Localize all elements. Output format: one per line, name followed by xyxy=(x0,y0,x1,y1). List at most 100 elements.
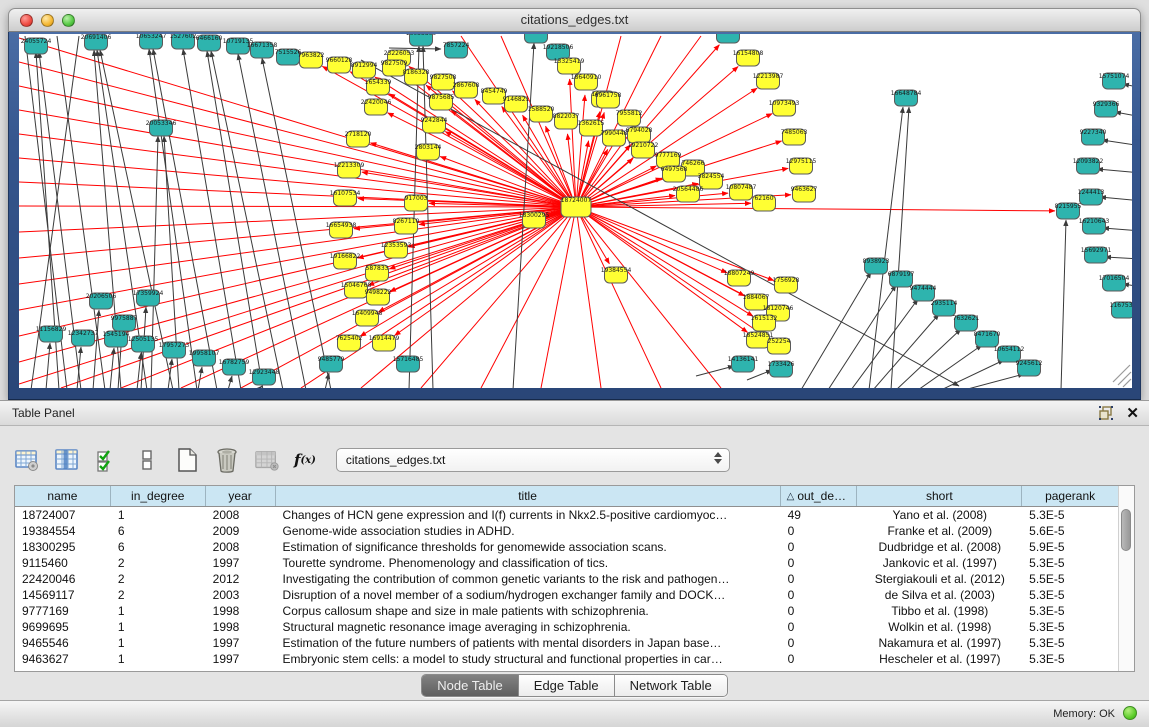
selected-network-node[interactable]: 6961758 xyxy=(595,92,622,108)
table-cell[interactable]: 2012 xyxy=(206,571,276,587)
memory-status-icon[interactable] xyxy=(1123,706,1137,720)
table-cell[interactable]: Estimation of significance thresholds fo… xyxy=(276,539,781,555)
network-node[interactable]: 12093822 xyxy=(1073,158,1104,174)
selected-network-node[interactable]: 12975115 xyxy=(786,158,817,174)
table-cell[interactable]: 2003 xyxy=(206,587,276,603)
table-cell[interactable]: 18300295 xyxy=(15,539,111,555)
column-header-in-degree[interactable]: in_degree xyxy=(111,486,206,506)
network-node[interactable]: 20691406 xyxy=(81,34,112,50)
selected-network-node[interactable]: 9463627 xyxy=(791,186,818,202)
network-node[interactable]: 9329366 xyxy=(1093,101,1120,117)
table-cell[interactable]: Tourette syndrome. Phenomenology and cla… xyxy=(276,555,781,571)
table-cell[interactable]: 9465546 xyxy=(15,635,111,651)
network-node[interactable]: 17016504 xyxy=(1099,275,1130,291)
table-cell[interactable]: 0 xyxy=(781,555,858,571)
network-node[interactable]: 16210643 xyxy=(1079,218,1110,234)
table-cell[interactable]: 0 xyxy=(781,619,858,635)
table-cell[interactable]: 5.3E-5 xyxy=(1022,587,1119,603)
network-node[interactable]: 9485779 xyxy=(318,356,345,372)
selected-network-node[interactable]: 2867608 xyxy=(453,82,480,98)
network-node[interactable]: 9474444 xyxy=(910,285,937,301)
table-cell[interactable]: 2008 xyxy=(206,507,276,523)
network-node[interactable]: 9245612 xyxy=(1016,360,1043,376)
selected-network-node[interactable]: 16914479 xyxy=(369,335,400,351)
table-cell[interactable]: 5.3E-5 xyxy=(1022,619,1119,635)
table-cell[interactable]: 5.5E-5 xyxy=(1022,571,1119,587)
network-node[interactable]: 17957273 xyxy=(159,342,190,358)
table-row[interactable]: 911546021997Tourette syndrome. Phenomeno… xyxy=(15,555,1119,571)
table-cell[interactable]: 0 xyxy=(781,651,858,667)
table-cell[interactable]: Disruption of a novel member of a sodium… xyxy=(276,587,781,603)
table-row[interactable]: 1456911722003Disruption of a novel membe… xyxy=(15,587,1119,603)
network-node[interactable]: 1167533 xyxy=(1110,302,1132,318)
tab-network-table[interactable]: Network Table xyxy=(615,675,727,696)
network-node[interactable]: 9975887 xyxy=(111,315,138,331)
selected-network-node[interactable]: 1654339 xyxy=(365,79,392,95)
table-cell[interactable]: Jankovic et al. (1997) xyxy=(857,555,1022,571)
table-cell[interactable]: Nakamura et al. (1997) xyxy=(857,635,1022,651)
selected-network-node[interactable]: 1588520 xyxy=(528,106,555,122)
resize-grip-icon[interactable] xyxy=(1113,365,1130,382)
table-cell[interactable]: 5.3E-5 xyxy=(1022,603,1119,619)
table-cell[interactable]: Wolkin et al. (1998) xyxy=(857,619,1022,635)
network-node[interactable]: 16671358 xyxy=(247,42,278,58)
network-node[interactable]: 20206506 xyxy=(86,293,117,309)
selected-network-node[interactable]: 1756928 xyxy=(773,277,800,293)
table-cell[interactable]: 2 xyxy=(111,587,206,603)
delete-table-icon[interactable] xyxy=(214,447,240,473)
selected-network-node[interactable]: 18807249 xyxy=(724,270,755,286)
selected-network-node[interactable]: 16154808 xyxy=(733,50,764,66)
network-node[interactable]: 16033809 xyxy=(406,34,437,46)
table-row[interactable]: 946554611997Estimation of the future num… xyxy=(15,635,1119,651)
selected-network-node[interactable]: 19384554 xyxy=(601,267,632,283)
selected-network-node[interactable]: 917003 xyxy=(405,195,428,211)
table-scrollbar[interactable] xyxy=(1118,486,1134,671)
function-builder-icon[interactable]: f(x) xyxy=(294,447,316,473)
network-node[interactable]: 24055724 xyxy=(21,38,52,54)
minimize-window-button[interactable] xyxy=(41,14,54,27)
table-cell[interactable]: 22420046 xyxy=(15,571,111,587)
network-node[interactable]: 1244413 xyxy=(1078,189,1105,205)
selected-network-node[interactable]: 8912994 xyxy=(351,62,378,78)
network-node[interactable]: 15716485 xyxy=(393,356,424,372)
table-cell[interactable]: Hescheler et al. (1997) xyxy=(857,651,1022,667)
table-cell[interactable]: 0 xyxy=(781,539,858,555)
table-cell[interactable]: 6 xyxy=(111,523,206,539)
table-cell[interactable]: 1998 xyxy=(206,619,276,635)
table-cell[interactable]: 1997 xyxy=(206,555,276,571)
table-cell[interactable]: Tibbo et al. (1998) xyxy=(857,603,1022,619)
table-cell[interactable]: 5.9E-5 xyxy=(1022,539,1119,555)
network-node[interactable]: 2935114 xyxy=(931,300,958,316)
selected-network-node[interactable]: 16654938 xyxy=(326,222,357,238)
selected-network-node[interactable]: 9498222 xyxy=(365,289,392,305)
table-cell[interactable]: Stergiakouli et al. (2012) xyxy=(857,571,1022,587)
column-header-name[interactable]: name xyxy=(15,486,111,506)
show-columns-icon[interactable] xyxy=(54,447,80,473)
network-node[interactable]: 8813054 xyxy=(523,34,550,43)
table-row[interactable]: 1938455462009Genome-wide association stu… xyxy=(15,523,1119,539)
selected-network-node[interactable]: 9242844 xyxy=(421,117,448,133)
selected-network-node[interactable]: 6497568 xyxy=(661,166,688,182)
table-cell[interactable]: 14569117 xyxy=(15,587,111,603)
table-row[interactable]: 1872400712008Changes of HCN gene express… xyxy=(15,507,1119,523)
network-node[interactable]: 15751074 xyxy=(1099,73,1130,89)
table-row[interactable]: 969969511998Structural magnetic resonanc… xyxy=(15,619,1119,635)
table-cell[interactable]: 6 xyxy=(111,539,206,555)
table-cell[interactable]: Yano et al. (2008) xyxy=(857,507,1022,523)
selected-network-node[interactable]: 9660128 xyxy=(326,57,353,73)
table-row[interactable]: 977716911998Corpus callosum shape and si… xyxy=(15,603,1119,619)
close-panel-icon[interactable]: ✕ xyxy=(1126,406,1139,421)
network-node[interactable]: 11156829 xyxy=(36,326,67,342)
selected-network-node[interactable]: 8822037 xyxy=(553,113,580,129)
selected-network-node[interactable]: 9146821 xyxy=(503,96,530,112)
network-node[interactable]: 17359924 xyxy=(133,290,164,306)
column-header-title[interactable]: title xyxy=(276,486,781,506)
tab-edge-table[interactable]: Edge Table xyxy=(519,675,615,696)
float-panel-icon[interactable] xyxy=(1098,405,1114,421)
selected-network-node[interactable]: 7625402 xyxy=(336,335,363,351)
table-cell[interactable]: 0 xyxy=(781,523,858,539)
network-node[interactable]: 19958107 xyxy=(189,350,220,366)
network-node[interactable]: 12923448 xyxy=(249,369,280,385)
selected-network-node[interactable]: 9875685 xyxy=(428,94,455,110)
network-node[interactable]: 2687682 xyxy=(715,34,742,43)
